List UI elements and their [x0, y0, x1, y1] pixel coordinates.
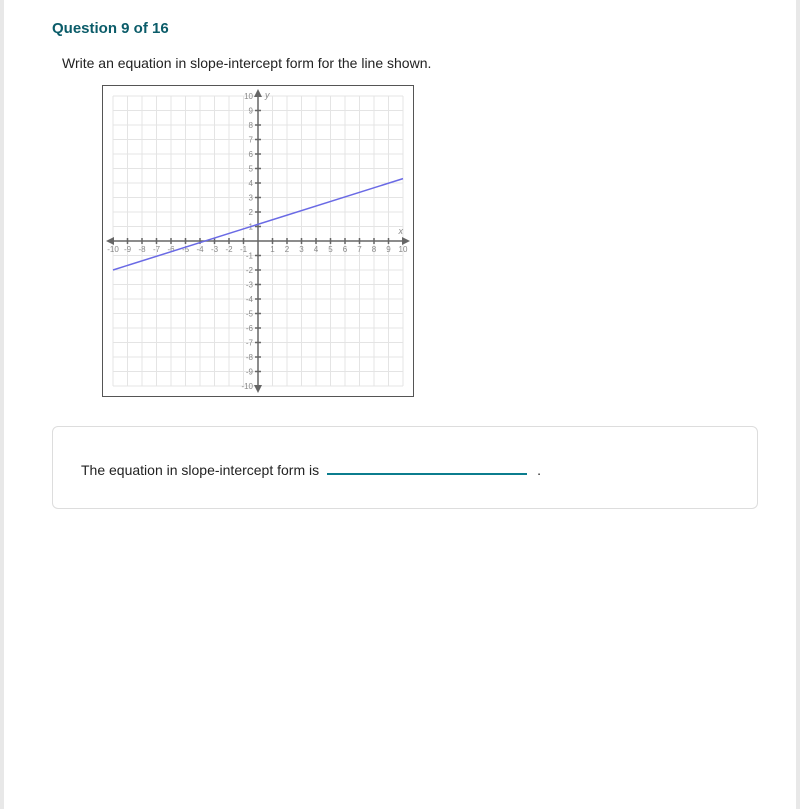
svg-text:6: 6	[343, 245, 348, 254]
svg-text:-4: -4	[196, 245, 204, 254]
question-prompt: Write an equation in slope-intercept for…	[62, 55, 758, 71]
svg-text:-1: -1	[246, 252, 254, 261]
svg-text:10: 10	[244, 92, 253, 101]
answer-trailing: .	[537, 462, 541, 478]
svg-text:-8: -8	[246, 353, 254, 362]
svg-text:5: 5	[249, 165, 254, 174]
svg-text:-4: -4	[246, 295, 254, 304]
svg-text:10: 10	[399, 245, 408, 254]
svg-text:4: 4	[314, 245, 319, 254]
svg-text:-2: -2	[246, 266, 254, 275]
svg-text:3: 3	[299, 245, 304, 254]
svg-text:-9: -9	[124, 245, 132, 254]
svg-text:6: 6	[249, 150, 254, 159]
chart-container: -10-9-8-7-6-5-4-3-2-112345678910-10-9-8-…	[102, 85, 758, 402]
answer-box: The equation in slope-intercept form is …	[52, 426, 758, 509]
svg-text:2: 2	[285, 245, 290, 254]
svg-text:9: 9	[386, 245, 391, 254]
question-number: Question 9 of 16	[52, 20, 758, 37]
svg-text:-6: -6	[246, 324, 254, 333]
svg-text:-7: -7	[153, 245, 161, 254]
svg-text:7: 7	[357, 245, 362, 254]
svg-text:-3: -3	[211, 245, 219, 254]
coordinate-chart: -10-9-8-7-6-5-4-3-2-112345678910-10-9-8-…	[103, 86, 413, 396]
svg-text:-9: -9	[246, 368, 254, 377]
answer-input-blank[interactable]	[327, 457, 527, 475]
svg-text:8: 8	[372, 245, 377, 254]
svg-text:-10: -10	[241, 382, 253, 391]
svg-text:8: 8	[249, 121, 254, 130]
svg-text:-8: -8	[138, 245, 146, 254]
answer-label: The equation in slope-intercept form is	[81, 462, 319, 478]
svg-text:4: 4	[249, 179, 254, 188]
svg-text:-3: -3	[246, 281, 254, 290]
svg-text:9: 9	[249, 107, 254, 116]
svg-text:x: x	[398, 226, 404, 236]
svg-text:-2: -2	[225, 245, 233, 254]
svg-text:3: 3	[249, 194, 254, 203]
page: Question 9 of 16 Write an equation in sl…	[0, 0, 800, 809]
svg-text:-5: -5	[246, 310, 254, 319]
svg-text:-7: -7	[246, 339, 254, 348]
svg-text:2: 2	[249, 208, 254, 217]
content: Question 9 of 16 Write an equation in sl…	[4, 0, 796, 529]
svg-text:5: 5	[328, 245, 333, 254]
svg-text:y: y	[264, 90, 270, 100]
chart-border: -10-9-8-7-6-5-4-3-2-112345678910-10-9-8-…	[102, 85, 414, 397]
svg-text:7: 7	[249, 136, 254, 145]
svg-text:1: 1	[270, 245, 275, 254]
svg-text:-10: -10	[107, 245, 119, 254]
